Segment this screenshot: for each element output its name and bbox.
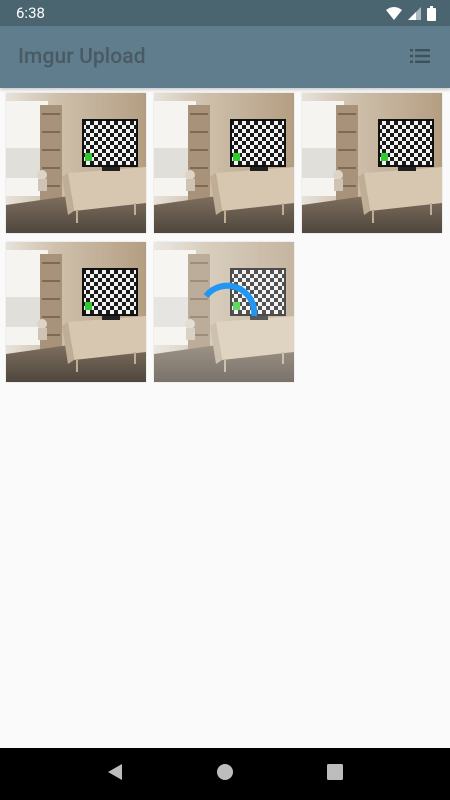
list-icon (410, 48, 430, 67)
app-bar: Imgur Upload (0, 26, 450, 88)
status-bar: 6:38 (0, 0, 450, 26)
home-button[interactable] (205, 754, 245, 794)
room-photo (154, 93, 294, 233)
navigation-bar (0, 748, 450, 800)
image-thumbnail[interactable] (6, 93, 146, 233)
image-thumbnail[interactable] (154, 93, 294, 233)
back-icon (107, 763, 123, 785)
image-thumbnail[interactable] (302, 93, 442, 233)
upload-progress-spinner (203, 282, 258, 317)
recents-icon (327, 764, 343, 784)
status-icons (386, 5, 436, 21)
recents-button[interactable] (315, 754, 355, 794)
image-grid (6, 93, 442, 382)
room-photo (302, 93, 442, 233)
status-time: 6:38 (16, 4, 45, 22)
battery-icon (427, 5, 436, 21)
image-thumbnail-uploading[interactable] (154, 242, 294, 382)
room-photo (6, 242, 146, 382)
list-view-button[interactable] (406, 43, 434, 71)
image-thumbnail[interactable] (6, 242, 146, 382)
room-photo (6, 93, 146, 233)
cell-signal-icon (408, 6, 421, 20)
back-button[interactable] (95, 754, 135, 794)
app-title: Imgur Upload (18, 45, 146, 69)
wifi-icon (386, 6, 402, 20)
home-icon (216, 763, 234, 785)
